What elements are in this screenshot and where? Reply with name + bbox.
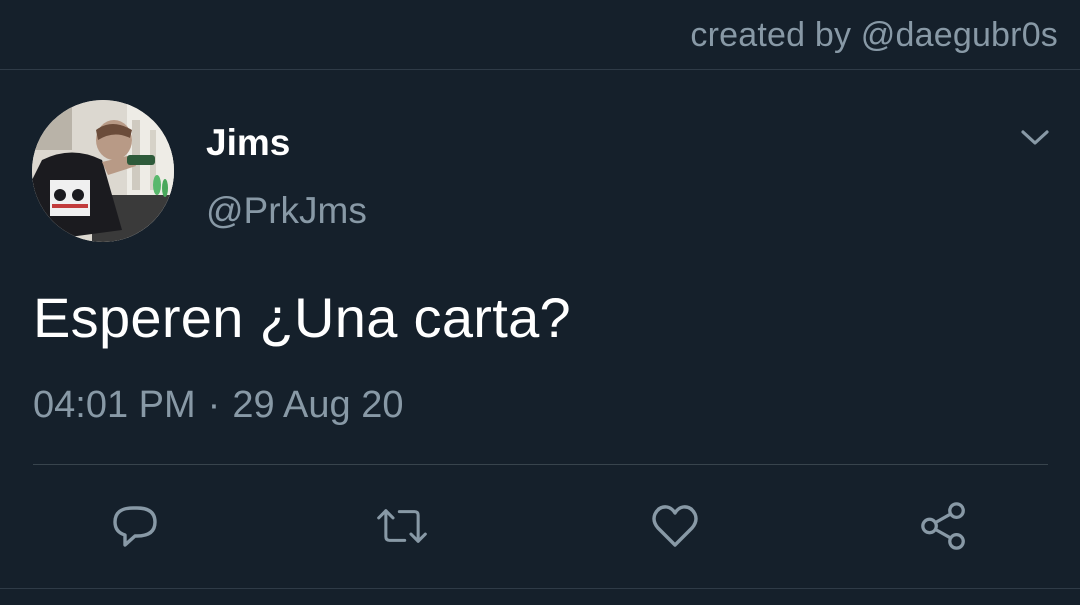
tweet-timestamp: 04:01 PM · 29 Aug 20 — [33, 384, 403, 427]
tweet-date: 29 Aug 20 — [232, 384, 404, 426]
divider — [33, 464, 1048, 465]
tweet-text: Esperen ¿Una carta? — [33, 286, 571, 349]
bottom-divider — [0, 588, 1080, 589]
tweet-time: 04:01 PM — [33, 384, 196, 426]
heart-icon — [652, 505, 698, 547]
tweet-screen: created by @daegubr0s Jims @PrkJms Esper… — [0, 0, 1080, 605]
chevron-down-icon[interactable] — [1018, 124, 1052, 152]
author-name[interactable]: Jims — [206, 122, 290, 164]
share-icon — [921, 502, 965, 550]
reply-button[interactable] — [109, 500, 161, 552]
meta-separator: · — [207, 384, 221, 426]
like-button[interactable] — [649, 500, 701, 552]
share-button[interactable] — [918, 500, 970, 552]
avatar[interactable] — [32, 100, 174, 242]
author-handle[interactable]: @PrkJms — [206, 190, 367, 232]
retweet-icon — [377, 509, 427, 543]
top-bar: created by @daegubr0s — [0, 0, 1080, 70]
credit-text: created by @daegubr0s — [690, 16, 1058, 54]
reply-icon — [113, 506, 157, 547]
avatar-photo — [32, 100, 174, 242]
retweet-button[interactable] — [376, 500, 428, 552]
